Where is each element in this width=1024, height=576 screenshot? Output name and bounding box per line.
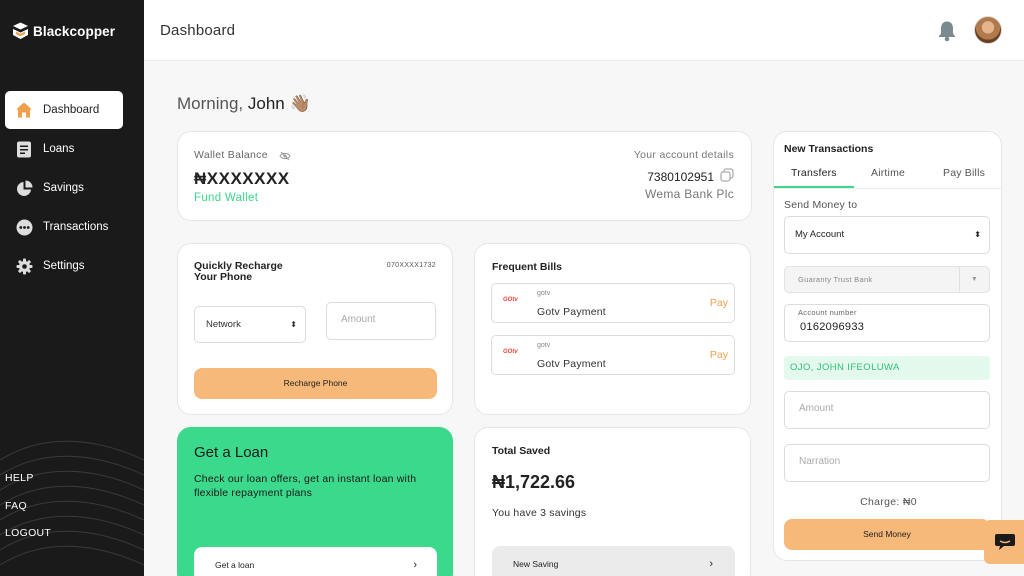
sidebar-nav: Dashboard Loans Savings Transactions Set… [5,91,123,286]
frequent-bills-card: Frequent Bills GOtv gotv Gotv Payment Pa… [474,243,751,415]
bill-item[interactable]: GOtv gotv Gotv Payment Pay [491,283,735,323]
sidebar-item-label: Loans [43,143,75,155]
sidebar: Blackcopper Dashboard Loans Savings Tran… [0,0,144,576]
phone-number: 070XXXX1732 [386,262,436,269]
total-saved-amount: ₦1,722.66 [492,472,576,492]
loan-description: Check our loan offers, get an instant lo… [194,473,417,499]
chat-dots-icon [15,218,33,236]
eye-slash-icon[interactable] [279,148,291,166]
tab-pay-bills[interactable]: Pay Bills [943,167,985,179]
tab-transfers[interactable]: Transfers [791,167,837,179]
loan-title: Get a Loan [194,444,269,461]
fund-wallet-link[interactable]: Fund Wallet [194,192,258,204]
sidebar-item-label: Transactions [43,221,109,233]
sidebar-item-settings[interactable]: Settings [5,247,123,285]
pay-button[interactable]: Pay [710,297,728,309]
wave-emoji: 👋🏽 [289,94,311,113]
sidebar-item-label: Dashboard [43,104,100,116]
home-icon [15,101,33,119]
gotv-logo: GOtv [503,297,518,303]
bill-item[interactable]: GOtv gotv Gotv Payment Pay [491,335,735,375]
greeting-name: John [247,94,285,113]
bill-name: Gotv Payment [537,306,606,318]
sidebar-item-label: Settings [43,260,85,272]
bill-service: gotv [537,290,551,297]
logo-icon [12,22,29,40]
recharge-card: Quickly Recharge Your Phone 070XXXX1732 … [177,243,453,415]
copy-icon[interactable] [720,168,734,187]
account-name-badge: OJO, JOHN IFEOLUWA [784,356,990,380]
account-number-field[interactable]: Account number 0162096933 [784,304,990,342]
sidebar-item-label: Savings [43,182,84,194]
sidebar-item-transactions[interactable]: Transactions [5,208,123,246]
pay-button[interactable]: Pay [710,349,728,361]
recipient-select[interactable]: My Account ⬍ [784,216,990,254]
sidebar-item-savings[interactable]: Savings [5,169,123,207]
recharge-phone-button[interactable]: Recharge Phone [194,368,437,399]
document-icon [15,140,33,158]
loan-card: Get a Loan Check our loan offers, get an… [177,427,453,576]
brand-name: Blackcopper [33,23,116,39]
chevron-down-icon: ▼ [959,267,989,292]
recipient-value: My Account [795,229,845,240]
chat-widget-button[interactable] [984,520,1024,564]
transactions-title: New Transactions [784,143,874,155]
new-saving-label: New Saving [513,559,559,569]
frequent-bills-title: Frequent Bills [492,261,563,273]
send-money-label: Send Money to [784,199,858,211]
transaction-tabs: Transfers Airtime Pay Bills [774,165,1003,189]
account-details-label: Your account details [633,149,734,161]
get-loan-button[interactable]: Get a loan › [194,547,437,576]
bank-select[interactable]: Guaranty Trust Bank ▼ [784,266,990,293]
total-saved-card: Total Saved ₦1,722.66 You have 3 savings… [474,427,751,576]
gear-icon [15,257,33,275]
new-transactions-card: New Transactions Transfers Airtime Pay B… [773,131,1003,561]
chevron-right-icon: › [413,559,417,571]
select-caret-icon: ⬍ [974,230,981,239]
tab-airtime[interactable]: Airtime [871,167,905,179]
network-select-value: Network [206,319,241,330]
greeting-prefix: Morning, [177,94,244,113]
account-number: 7380102951 [647,170,714,184]
network-select[interactable]: Network ⬍ [194,306,306,343]
chevron-right-icon: › [709,558,713,570]
new-saving-button[interactable]: New Saving › [492,546,735,576]
bank-select-value: Guaranty Trust Bank [798,275,873,284]
wallet-balance: ₦XXXXXXX [194,169,290,188]
total-saved-title: Total Saved [492,445,551,457]
sidebar-bottom-links: HELP FAQ LOGOUT [5,472,51,555]
bank-name: Wema Bank Plc [644,187,734,201]
bill-name: Gotv Payment [537,358,606,370]
chat-bubble-icon [994,533,1016,556]
account-number-value: 0162096933 [800,321,865,333]
wallet-balance-label: Wallet Balance [194,149,268,161]
recharge-amount-input[interactable]: Amount [326,302,436,340]
get-loan-label: Get a loan [215,560,255,570]
page-title: Dashboard [160,22,236,39]
recharge-title: Quickly Recharge Your Phone [194,260,283,283]
logout-link[interactable]: LOGOUT [5,527,51,555]
help-link[interactable]: HELP [5,472,51,500]
bill-service: gotv [537,342,551,349]
brand-logo[interactable]: Blackcopper [12,22,115,40]
sidebar-item-loans[interactable]: Loans [5,130,123,168]
send-money-button[interactable]: Send Money [784,519,990,550]
select-caret-icon: ⬍ [290,320,297,329]
gotv-logo: GOtv [503,349,518,355]
amount-input[interactable]: Amount [784,391,990,429]
sidebar-item-dashboard[interactable]: Dashboard [5,91,123,129]
top-header: Dashboard [144,0,1024,61]
faq-link[interactable]: FAQ [5,500,51,528]
active-tab-indicator [774,186,854,188]
narration-input[interactable]: Narration [784,444,990,482]
account-number-label: Account number [798,308,857,317]
greeting: Morning, John 👋🏽 [177,94,311,114]
wallet-card: Wallet Balance ₦XXXXXXX Fund Wallet Your… [177,131,752,221]
charge-text: Charge: ₦0 [860,496,917,508]
pie-chart-icon [15,179,33,197]
savings-count: You have 3 savings [492,507,587,519]
bell-icon[interactable] [937,20,957,47]
avatar[interactable] [974,16,1002,44]
